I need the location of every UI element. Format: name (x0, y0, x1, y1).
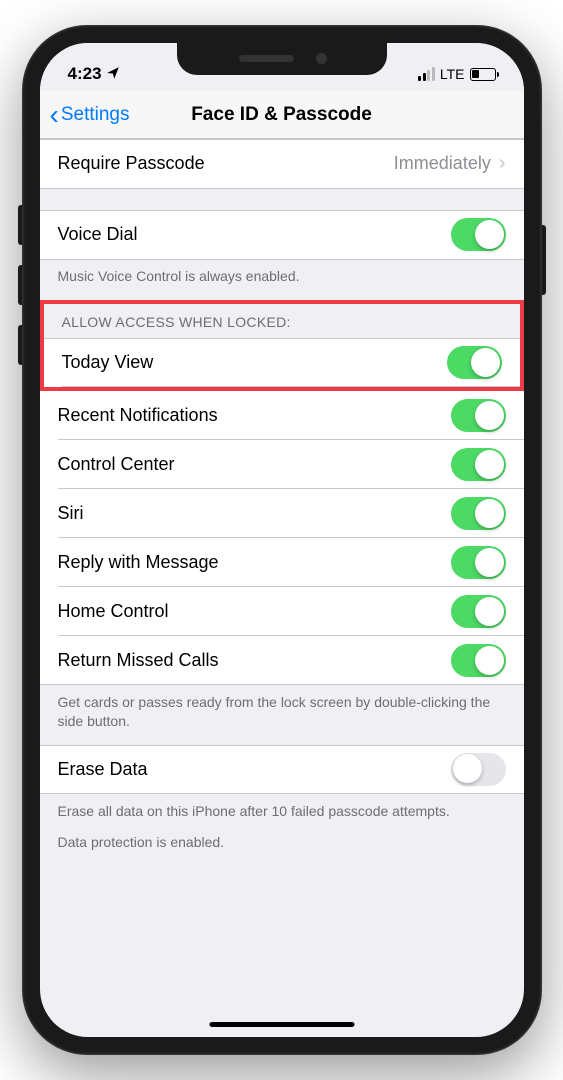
return-missed-calls-label: Return Missed Calls (58, 650, 219, 671)
location-services-icon (106, 66, 120, 83)
highlighted-section: ALLOW ACCESS WHEN LOCKED: Today View (40, 300, 524, 391)
reply-with-message-label: Reply with Message (58, 552, 219, 573)
require-passcode-label: Require Passcode (58, 153, 205, 174)
today-view-label: Today View (62, 352, 154, 373)
screen: 4:23 LTE ‹ Settings Face ID & Passcode (40, 43, 524, 1037)
control-center-label: Control Center (58, 454, 175, 475)
network-type: LTE (440, 66, 465, 82)
voice-dial-toggle[interactable] (451, 218, 506, 251)
phone-frame: 4:23 LTE ‹ Settings Face ID & Passcode (22, 25, 542, 1055)
return-missed-calls-row: Return Missed Calls (40, 636, 524, 685)
erase-data-row: Erase Data (40, 745, 524, 794)
home-control-label: Home Control (58, 601, 169, 622)
home-control-toggle[interactable] (451, 595, 506, 628)
status-time: 4:23 (68, 64, 102, 84)
erase-data-footer-1: Erase all data on this iPhone after 10 f… (40, 794, 524, 827)
control-center-toggle[interactable] (451, 448, 506, 481)
chevron-left-icon: ‹ (50, 101, 59, 129)
erase-data-footer-2: Data protection is enabled. (40, 827, 524, 866)
control-center-row: Control Center (40, 440, 524, 489)
cellular-signal-icon (418, 67, 435, 81)
erase-data-toggle[interactable] (451, 753, 506, 786)
reply-with-message-row: Reply with Message (40, 538, 524, 587)
voice-dial-footer: Music Voice Control is always enabled. (40, 259, 524, 300)
chevron-right-icon: › (499, 152, 506, 175)
recent-notifications-label: Recent Notifications (58, 405, 218, 426)
recent-notifications-row: Recent Notifications (40, 391, 524, 440)
recent-notifications-toggle[interactable] (451, 399, 506, 432)
nav-bar: ‹ Settings Face ID & Passcode (40, 91, 524, 139)
allow-access-footer: Get cards or passes ready from the lock … (40, 685, 524, 745)
home-control-row: Home Control (40, 587, 524, 636)
content: Require Passcode Immediately › Voice Dia… (40, 139, 524, 865)
require-passcode-value: Immediately (394, 153, 491, 174)
voice-dial-row: Voice Dial (40, 210, 524, 259)
siri-label: Siri (58, 503, 84, 524)
today-view-toggle[interactable] (447, 346, 502, 379)
return-missed-calls-toggle[interactable] (451, 644, 506, 677)
back-button[interactable]: ‹ Settings (50, 101, 130, 129)
allow-access-header: ALLOW ACCESS WHEN LOCKED: (44, 304, 520, 338)
siri-row: Siri (40, 489, 524, 538)
require-passcode-row[interactable]: Require Passcode Immediately › (40, 139, 524, 188)
home-indicator[interactable] (209, 1022, 354, 1027)
battery-icon (470, 68, 496, 81)
back-label: Settings (61, 104, 130, 126)
voice-dial-label: Voice Dial (58, 224, 138, 245)
siri-toggle[interactable] (451, 497, 506, 530)
today-view-row: Today View (44, 338, 520, 387)
notch (177, 43, 387, 75)
erase-data-label: Erase Data (58, 759, 148, 780)
reply-with-message-toggle[interactable] (451, 546, 506, 579)
